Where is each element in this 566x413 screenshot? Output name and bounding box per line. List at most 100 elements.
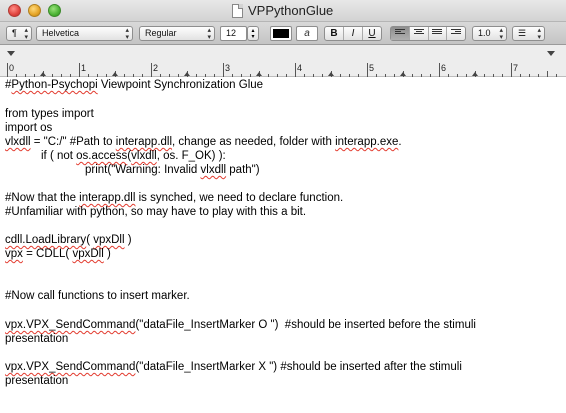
align-justify-icon bbox=[432, 29, 443, 37]
ruler-tick bbox=[520, 74, 521, 77]
tab-stop-marker[interactable] bbox=[184, 72, 190, 76]
document-icon[interactable] bbox=[232, 4, 243, 18]
ruler-tick bbox=[88, 74, 89, 77]
popup-arrows-icon: ▴ ▾ bbox=[537, 27, 541, 41]
align-right-icon bbox=[451, 29, 462, 37]
left-indent-marker[interactable] bbox=[7, 51, 15, 56]
doc-line-6: if ( not os.access(vlxdll, os. F_OK) ): bbox=[41, 150, 226, 162]
ruler-tick bbox=[367, 63, 368, 77]
ruler-label: 1 bbox=[81, 63, 87, 73]
ruler-tick bbox=[169, 74, 170, 77]
ruler-tick bbox=[358, 74, 359, 77]
ruler-tick bbox=[394, 74, 395, 77]
align-right-button[interactable] bbox=[447, 27, 465, 40]
align-center-icon bbox=[413, 29, 424, 37]
line-spacing-popup[interactable]: 1.0 ▴ ▾ bbox=[472, 26, 507, 41]
underline-button[interactable]: U bbox=[363, 27, 381, 40]
ruler-tick bbox=[430, 74, 431, 77]
doc-line-13: vpx = CDLL( vpxDll ) bbox=[5, 248, 111, 260]
paragraph-style-label: ¶ bbox=[12, 28, 17, 38]
ruler-tick bbox=[16, 74, 17, 77]
align-justify-button[interactable] bbox=[429, 27, 448, 40]
ruler-tick bbox=[34, 74, 35, 77]
document-text-area[interactable]: #Python-Psychopi Viewpoint Synchronizati… bbox=[0, 78, 566, 413]
ruler-tick bbox=[196, 74, 197, 77]
font-size-stepper[interactable]: ▴ ▾ bbox=[247, 26, 259, 41]
ruler-tick bbox=[556, 74, 557, 77]
minimize-window-button[interactable] bbox=[28, 4, 41, 17]
font-size-field[interactable]: 12 bbox=[220, 26, 247, 41]
close-window-button[interactable] bbox=[8, 4, 21, 17]
tab-stop-marker[interactable] bbox=[112, 72, 118, 76]
italic-button[interactable]: I bbox=[344, 27, 363, 40]
align-left-button[interactable] bbox=[391, 27, 410, 40]
ruler-tick bbox=[286, 74, 287, 77]
zoom-window-button[interactable] bbox=[48, 4, 61, 17]
ruler-tick bbox=[52, 74, 53, 77]
ruler-tick bbox=[97, 74, 98, 77]
ruler-tick bbox=[106, 74, 107, 77]
ruler-label: 2 bbox=[153, 63, 159, 73]
ruler-tick bbox=[241, 74, 242, 77]
doc-line-4: import os bbox=[5, 122, 53, 134]
align-center-button[interactable] bbox=[410, 27, 429, 40]
doc-line-18: vpx.VPX_SendCommand("dataFile_InsertMark… bbox=[5, 319, 476, 331]
ruler-tick bbox=[295, 63, 296, 77]
ruler-tick bbox=[538, 74, 539, 77]
highlight-color-button[interactable]: a bbox=[296, 26, 318, 41]
ruler-label: 4 bbox=[297, 63, 303, 73]
highlight-label: a bbox=[304, 28, 310, 39]
doc-line-21: vpx.VPX_SendCommand("dataFile_InsertMark… bbox=[5, 361, 462, 373]
ruler[interactable]: 0 1 2 3 4 5 6 7 bbox=[0, 45, 566, 77]
bold-button[interactable]: B bbox=[325, 27, 344, 40]
ruler-tick bbox=[70, 74, 71, 77]
list-style-icon: ☰ bbox=[518, 28, 527, 38]
ruler-tick bbox=[250, 74, 251, 77]
tab-stop-marker[interactable] bbox=[472, 72, 478, 76]
ruler-tick bbox=[142, 74, 143, 77]
font-family-popup[interactable]: Helvetica ▴ ▾ bbox=[36, 26, 133, 41]
text-color-well[interactable] bbox=[270, 26, 292, 41]
font-style-popup[interactable]: Regular ▴ ▾ bbox=[139, 26, 215, 41]
popup-arrows-icon: ▴ ▾ bbox=[499, 27, 503, 41]
ruler-tick bbox=[313, 74, 314, 77]
ruler-tick bbox=[340, 74, 341, 77]
ruler-tick bbox=[133, 74, 134, 77]
popup-arrows-icon: ▴ ▾ bbox=[24, 27, 28, 41]
font-style-label: Regular bbox=[145, 28, 177, 38]
popup-arrows-icon: ▴ ▾ bbox=[207, 27, 211, 41]
tab-stop-marker[interactable] bbox=[256, 72, 262, 76]
ruler-tick bbox=[376, 74, 377, 77]
paragraph-style-popup[interactable]: ¶ ▴ ▾ bbox=[6, 26, 32, 41]
doc-line-22: presentation bbox=[5, 375, 69, 387]
ruler-tick bbox=[7, 63, 8, 77]
ruler-tick bbox=[349, 74, 350, 77]
ruler-tick bbox=[160, 74, 161, 77]
doc-line-19: presentation bbox=[5, 333, 69, 345]
ruler-tick bbox=[484, 74, 485, 77]
tab-stop-marker[interactable] bbox=[400, 72, 406, 76]
ruler-tick bbox=[421, 74, 422, 77]
ruler-tick bbox=[493, 74, 494, 77]
ruler-tick bbox=[547, 71, 548, 77]
ruler-tick bbox=[25, 74, 26, 77]
ruler-tick bbox=[448, 74, 449, 77]
right-indent-marker[interactable] bbox=[547, 51, 555, 56]
doc-line-5: vlxdll = "C:/" #Path to interapp.dll, ch… bbox=[5, 136, 402, 148]
doc-line-9: #Now that the interapp.dll is synched, w… bbox=[5, 192, 344, 204]
ruler-tick bbox=[205, 74, 206, 77]
ruler-tick bbox=[214, 74, 215, 77]
font-family-label: Helvetica bbox=[42, 28, 80, 38]
list-style-popup[interactable]: ☰ ▴ ▾ bbox=[512, 26, 545, 41]
tab-stop-marker[interactable] bbox=[328, 72, 334, 76]
font-size-value: 12 bbox=[226, 28, 237, 38]
ruler-tick bbox=[277, 74, 278, 77]
popup-arrows-icon: ▴ ▾ bbox=[125, 27, 129, 41]
ruler-tick bbox=[322, 74, 323, 77]
tab-stop-marker[interactable] bbox=[40, 72, 46, 76]
ruler-tick bbox=[529, 74, 530, 77]
doc-line-10: #Unfamiliar with python, so may have to … bbox=[5, 206, 307, 218]
window-title-bar: VPPythonGlue bbox=[0, 0, 566, 22]
ruler-tick bbox=[124, 74, 125, 77]
ruler-tick bbox=[412, 74, 413, 77]
